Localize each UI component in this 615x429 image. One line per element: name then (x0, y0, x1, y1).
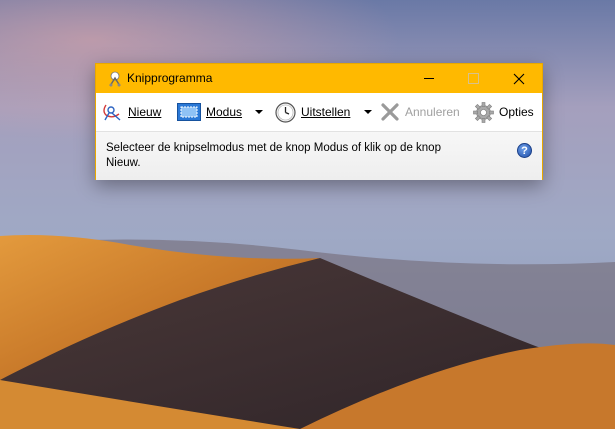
close-button[interactable] (496, 64, 542, 93)
new-button[interactable]: Nieuw (101, 93, 161, 131)
delay-button-label: Uitstellen (301, 105, 351, 119)
help-icon[interactable]: ? (517, 143, 532, 158)
mode-button-label: Modus (206, 105, 243, 119)
window-title: Knipprogramma (127, 71, 213, 85)
toolbar: Nieuw Modus Uitstellen Annuleren Opties (96, 93, 542, 131)
status-area: Selecteer de knipselmodus met de knop Mo… (96, 131, 542, 180)
mode-dropdown-arrow[interactable] (255, 110, 263, 114)
cancel-button-label: Annuleren (405, 105, 460, 119)
snipping-tool-window: Knipprogramma Nieuw Modus Uitstellen Ann… (95, 63, 543, 180)
title-bar[interactable]: Knipprogramma (96, 64, 542, 93)
x-icon (381, 103, 399, 121)
new-snip-icon (103, 104, 121, 121)
delay-dropdown-arrow[interactable] (364, 110, 372, 114)
help-glyph: ? (521, 144, 528, 157)
rectangle-mode-icon (177, 103, 201, 121)
cancel-button[interactable]: Annuleren (380, 93, 460, 131)
instruction-text: Selecteer de knipselmodus met de knop Mo… (106, 142, 441, 169)
options-button-label: Opties (499, 105, 534, 119)
options-button[interactable]: Opties (473, 93, 534, 131)
close-icon (513, 73, 525, 84)
scissors-icon (109, 71, 121, 87)
maximize-icon (467, 73, 479, 84)
clock-icon (275, 101, 296, 123)
minimize-icon (424, 78, 434, 79)
mode-button[interactable]: Modus (177, 93, 242, 131)
maximize-button[interactable] (450, 64, 496, 93)
minimize-button[interactable] (406, 64, 452, 93)
delay-button[interactable]: Uitstellen (275, 93, 350, 131)
new-button-label: Nieuw (128, 105, 162, 119)
gear-icon (473, 101, 494, 123)
